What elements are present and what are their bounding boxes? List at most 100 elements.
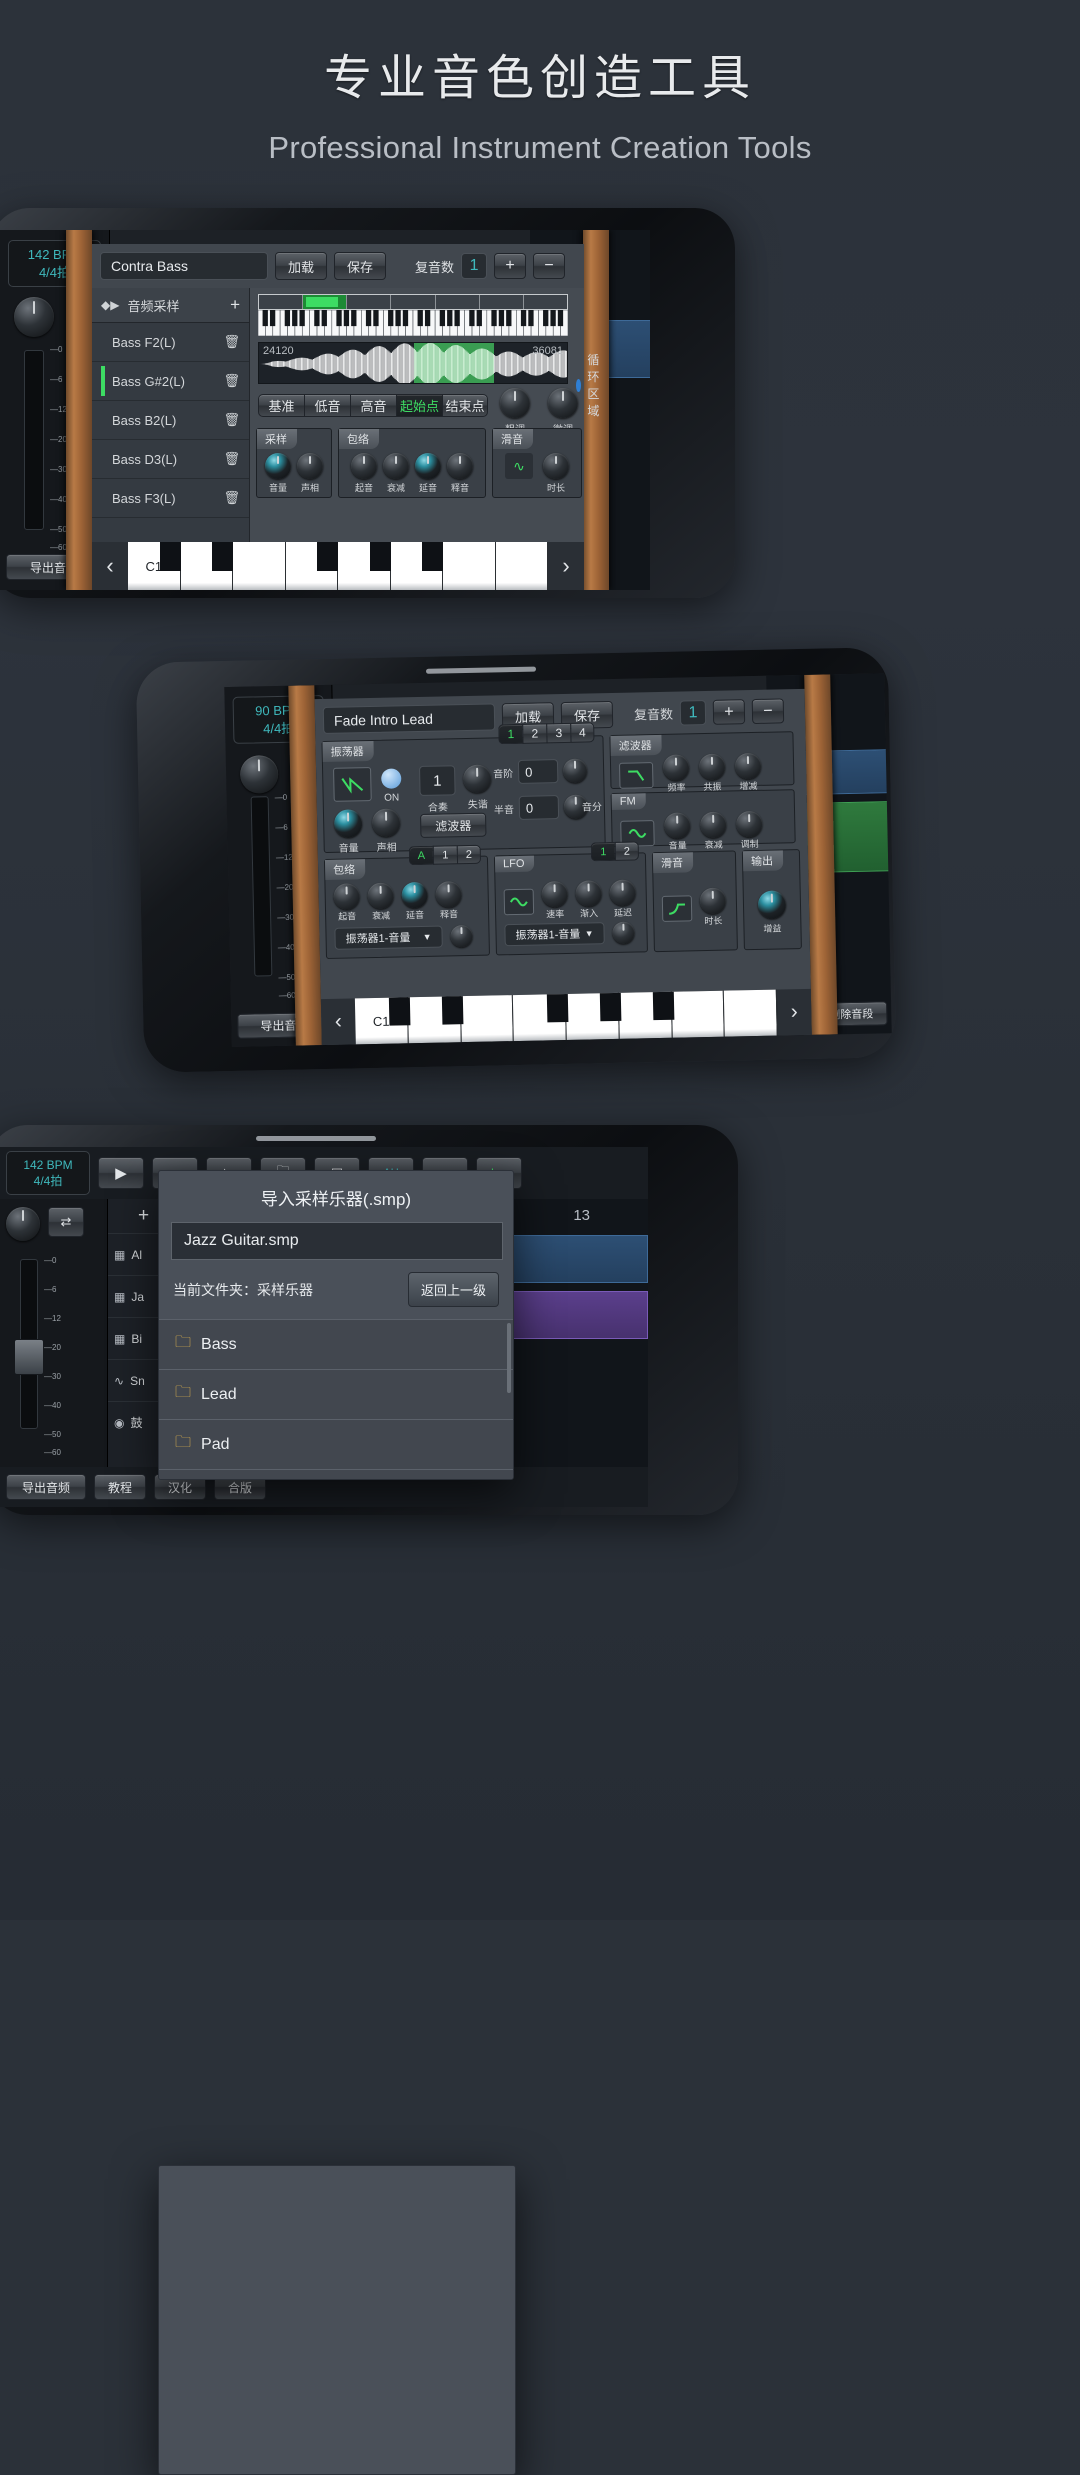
list-item[interactable]: 🗀 Bass (159, 1319, 513, 1369)
fm-volume-knob-2[interactable] (664, 812, 691, 839)
black-key[interactable] (212, 542, 233, 571)
master-knob-3[interactable] (6, 1207, 40, 1241)
master-knob-2[interactable] (240, 755, 279, 794)
sample-row[interactable]: Bass F2(L) 🗑 (92, 323, 249, 362)
sample-row[interactable]: Bass D3(L) 🗑 (92, 440, 249, 479)
octave-prev-button-2[interactable]: ‹ (321, 998, 356, 1045)
osc-semitone-stepper-2[interactable]: 0 (518, 759, 558, 784)
white-key[interactable] (443, 542, 496, 590)
fine-tune-knob-1[interactable] (548, 388, 578, 418)
point-tab-base[interactable]: 基准 (258, 394, 304, 417)
sample-volume-knob-1[interactable] (265, 453, 291, 479)
fm-decay-knob-2[interactable] (700, 812, 727, 839)
white-key[interactable] (724, 990, 778, 1037)
master-fader-1[interactable] (24, 350, 44, 530)
delete-sample-icon[interactable]: 🗑 (223, 412, 240, 428)
osc-wave-button-2[interactable] (333, 767, 372, 802)
master-fader-2[interactable] (251, 796, 273, 976)
point-tab-low[interactable]: 低音 (304, 394, 350, 417)
delete-sample-icon[interactable]: 🗑 (223, 451, 240, 467)
lfo-tab-1[interactable]: 1 (591, 842, 615, 861)
white-key[interactable] (460, 995, 514, 1042)
mini-keyboard-1[interactable] (258, 310, 568, 336)
filter-res-knob-2[interactable] (699, 754, 726, 781)
black-key[interactable] (160, 542, 181, 571)
env-decay-knob-1[interactable] (383, 453, 409, 479)
black-key[interactable] (422, 542, 443, 571)
env-sustain-knob-1[interactable] (415, 453, 441, 479)
play-icon[interactable]: ▶ (98, 1157, 144, 1189)
osc-pan-knob-2[interactable] (372, 808, 401, 837)
load-button-1[interactable]: 加载 (275, 252, 327, 280)
octave-next-button-2[interactable]: › (777, 989, 812, 1036)
waveform-display-1[interactable]: 24120 36081 (258, 342, 568, 384)
sample-row[interactable]: Bass G#2(L) 🗑 (92, 362, 249, 401)
fader-thumb-3[interactable] (14, 1339, 44, 1375)
env-tab-2[interactable]: 2 (457, 845, 481, 864)
list-item[interactable]: 🗀 Pad (159, 1419, 513, 1469)
glide-curve-button-2[interactable] (662, 895, 693, 922)
output-gain-knob-2[interactable] (758, 890, 787, 919)
sample-pan-knob-1[interactable] (297, 453, 323, 479)
filter-freq-knob-2[interactable] (663, 754, 690, 781)
filename-input[interactable] (171, 1222, 503, 1260)
osc-filter-button-2[interactable]: 滤波器 (420, 813, 486, 838)
filter-gain-knob-2[interactable] (735, 753, 762, 780)
env2-release-knob[interactable] (435, 881, 462, 908)
export-audio-button-3[interactable]: 导出音频 (6, 1474, 86, 1500)
lfo-amount-knob-2[interactable] (612, 922, 634, 944)
black-key[interactable] (600, 993, 622, 1021)
coarse-tune-knob-1[interactable] (500, 388, 530, 418)
env-tab-a[interactable]: A (409, 846, 433, 865)
osc-semitone-knob-2[interactable] (563, 758, 587, 782)
osc-on-toggle-2[interactable] (381, 768, 401, 788)
osc-voices-stepper-2[interactable]: 1 (419, 765, 456, 796)
polyphony-minus-2[interactable]: − (752, 698, 785, 724)
master-knob-1[interactable] (14, 297, 54, 337)
black-key[interactable] (317, 542, 338, 571)
glide-time-knob-1[interactable] (543, 453, 569, 479)
osc-tab-3[interactable]: 3 (546, 723, 570, 743)
octave-next-button-1[interactable]: › (548, 542, 584, 590)
filter-shape-button-2[interactable] (619, 762, 654, 789)
osc-volume-knob-2[interactable] (334, 809, 363, 838)
polyphony-value-1[interactable]: 1 (461, 253, 487, 279)
white-key[interactable] (233, 542, 286, 590)
lfo-fadein-knob-2[interactable] (575, 880, 602, 907)
env2-decay-knob[interactable] (367, 883, 394, 910)
track-settings-button-3[interactable]: ⇄ (48, 1207, 84, 1237)
black-key[interactable] (652, 992, 674, 1020)
envelope-target-select-2[interactable]: 振荡器1-音量 ▼ (334, 926, 442, 950)
black-key[interactable] (389, 997, 411, 1025)
sample-row[interactable]: Bass B2(L) 🗑 (92, 401, 249, 440)
white-key[interactable] (496, 542, 549, 590)
white-key[interactable] (671, 991, 725, 1038)
octave-prev-button-1[interactable]: ‹ (92, 542, 128, 590)
lfo-tab-2[interactable]: 2 (615, 841, 639, 860)
osc-tab-2[interactable]: 2 (522, 723, 546, 743)
polyphony-plus-2[interactable]: + (713, 699, 746, 725)
preset-name-field-1[interactable]: Contra Bass (100, 252, 268, 280)
dialog-scrollbar[interactable] (507, 1323, 511, 1393)
back-button[interactable]: 返回上一级 (408, 1272, 499, 1307)
save-button-1[interactable]: 保存 (334, 252, 386, 280)
point-tab-end[interactable]: 结束点 (442, 394, 488, 417)
list-item[interactable]: 🗀 采样音色 (159, 1469, 513, 1480)
key-range-strip-1[interactable] (258, 294, 568, 310)
transport-bpm-3[interactable]: 142 BPM 4/4拍 (6, 1151, 90, 1195)
env2-attack-knob[interactable] (333, 883, 360, 910)
lfo-target-select-2[interactable]: 振荡器1-音量 ▼ (504, 922, 604, 946)
list-item[interactable]: 🗀 Lead (159, 1369, 513, 1419)
polyphony-plus-1[interactable]: + (494, 253, 526, 279)
black-key[interactable] (370, 542, 391, 571)
env-release-knob-1[interactable] (447, 453, 473, 479)
env-tab-1[interactable]: 1 (433, 845, 457, 864)
lfo-shape-button-2[interactable] (504, 888, 535, 915)
point-tab-start[interactable]: 起始点 (396, 394, 442, 417)
osc-cents-stepper-2[interactable]: 0 (519, 795, 559, 820)
glide-curve-button-1[interactable]: ∿ (505, 453, 533, 479)
preset-name-field-2[interactable]: Fade Intro Lead (323, 703, 496, 734)
sample-row[interactable]: Bass F3(L) 🗑 (92, 479, 249, 518)
delete-sample-icon[interactable]: 🗑 (223, 490, 240, 506)
osc-tab-4[interactable]: 4 (570, 722, 594, 742)
